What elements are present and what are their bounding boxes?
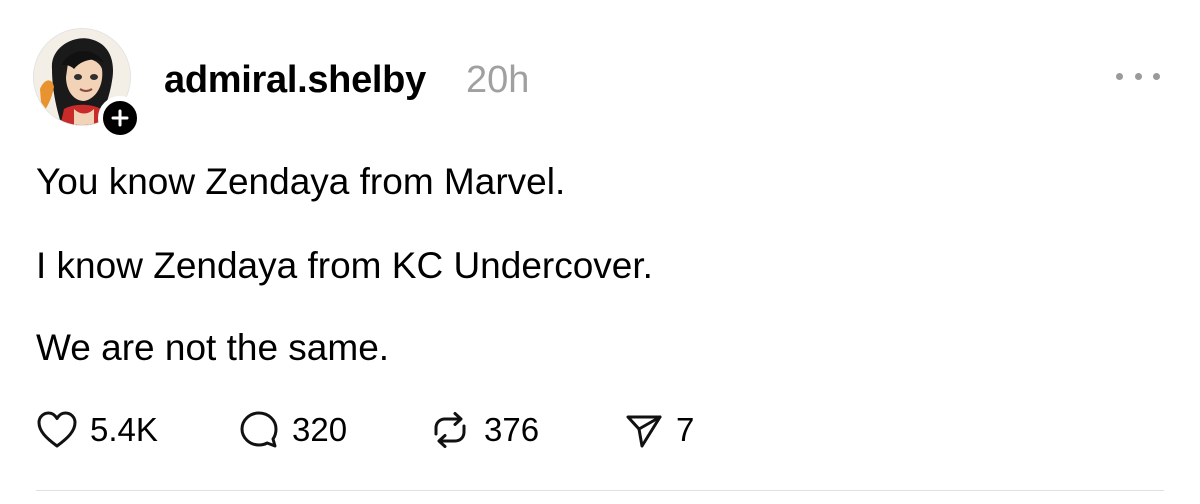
share-button[interactable]: 7 [624,408,694,452]
avatar-container[interactable] [33,28,142,140]
more-horizontal-icon-dot [1116,72,1123,80]
like-button[interactable]: 5.4K [36,408,158,452]
more-options-button[interactable] [1116,66,1160,86]
share-count: 7 [676,411,695,448]
more-horizontal-icon-dot [1134,72,1142,80]
divider [36,490,1164,491]
post-timestamp: 20h [466,59,530,101]
reply-button[interactable]: 320 [238,408,347,452]
repost-count: 376 [484,411,540,448]
post-text-line: I know Zendaya from KC Undercover. [36,245,653,286]
heart-icon [37,411,77,448]
like-count: 5.4K [90,411,158,448]
post-card: admiral.shelby 20h You know Zendaya from… [0,0,1200,504]
comment-bubble-icon [240,411,278,448]
post-text-line: We are not the same. [36,327,390,368]
plus-icon [111,109,129,127]
send-triangle-icon [626,415,662,448]
more-horizontal-icon-dot [1153,72,1160,80]
reply-count: 320 [292,411,348,448]
repost-button[interactable]: 376 [428,408,539,452]
repost-arrows-icon [434,412,466,448]
username[interactable]: admiral.shelby [164,58,426,102]
follow-button[interactable] [98,96,142,140]
post-text-line: You know Zendaya from Marvel. [36,161,566,202]
